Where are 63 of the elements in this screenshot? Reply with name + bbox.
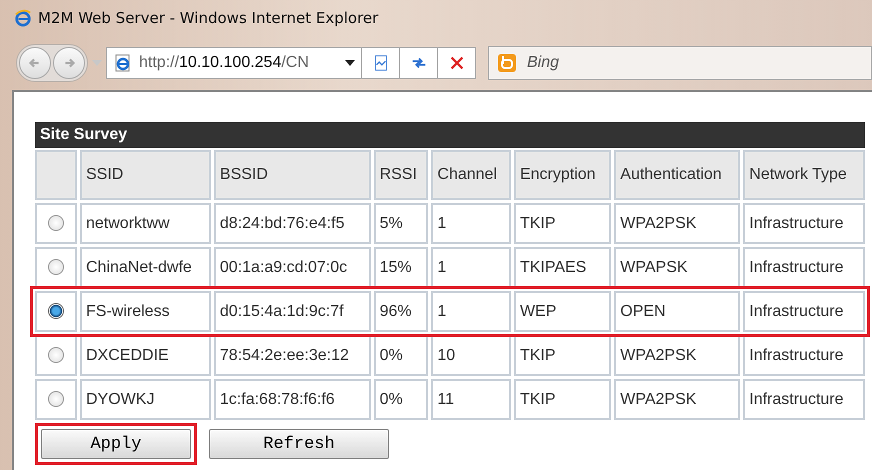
- browser-logo-icon: [14, 9, 32, 27]
- stop-button[interactable]: [438, 47, 476, 79]
- table-cell: Infrastructure: [743, 247, 865, 288]
- table-cell: 00:1a:a9:cd:07:0c: [214, 247, 371, 288]
- column-header: Encryption: [514, 150, 612, 200]
- table-cell: 11: [431, 379, 511, 420]
- table-cell: 10: [431, 335, 511, 376]
- search-input[interactable]: Bing: [525, 53, 729, 73]
- section-header: Site Survey: [35, 122, 865, 148]
- table-cell: 0%: [374, 335, 428, 376]
- table-cell: 15%: [374, 247, 428, 288]
- table-cell: TKIP: [514, 379, 612, 420]
- radio-button[interactable]: [48, 303, 64, 320]
- table-cell: 5%: [374, 203, 428, 244]
- address-field[interactable]: http://10.10.100.254/CN: [106, 47, 362, 79]
- table-cell: WPAPSK: [614, 247, 740, 288]
- table-cell: DYOWKJ: [80, 379, 211, 420]
- table-cell: Infrastructure: [743, 203, 865, 244]
- table-cell: Infrastructure: [743, 291, 865, 332]
- radio-button[interactable]: [48, 259, 64, 276]
- table-cell: 1: [431, 203, 511, 244]
- compatibility-view-button[interactable]: [362, 47, 400, 79]
- table-cell: TKIP: [514, 335, 612, 376]
- column-header: Network Type: [743, 150, 865, 200]
- table-cell: Infrastructure: [743, 335, 865, 376]
- table-cell: d0:15:4a:1d:9c:7f: [214, 291, 371, 332]
- column-header: RSSI: [374, 150, 428, 200]
- forward-button[interactable]: [53, 47, 85, 79]
- dropdown-arrow-icon[interactable]: [345, 60, 355, 66]
- column-header: Authentication: [614, 150, 740, 200]
- table-cell: OPEN: [614, 291, 740, 332]
- table-cell: Infrastructure: [743, 379, 865, 420]
- table-cell: WPA2PSK: [614, 379, 740, 420]
- table-cell: 1c:fa:68:78:f6:f6: [214, 379, 371, 420]
- table-cell: DXCEDDIE: [80, 335, 211, 376]
- table-cell: 96%: [374, 291, 428, 332]
- action-button[interactable]: Refresh: [209, 429, 389, 459]
- table-cell: 78:54:2e:ee:3e:12: [214, 335, 371, 376]
- table-cell: ChinaNet-dwfe: [80, 247, 211, 288]
- action-button[interactable]: Apply: [41, 429, 191, 459]
- refresh-button[interactable]: [400, 47, 438, 79]
- table-cell: 0%: [374, 379, 428, 420]
- table-cell: FS-wireless: [80, 291, 211, 332]
- search-engine-icon: [497, 53, 517, 73]
- column-header: Channel: [431, 150, 511, 200]
- table-cell: networktww: [80, 203, 211, 244]
- table-cell: TKIP: [514, 203, 612, 244]
- table-cell: 1: [431, 291, 511, 332]
- back-button[interactable]: [19, 47, 51, 79]
- table-cell: WPA2PSK: [614, 335, 740, 376]
- table-cell: 1: [431, 247, 511, 288]
- url-text: http://10.10.100.254/CN: [139, 54, 310, 72]
- window-title: M2M Web Server - Windows Internet Explorer: [38, 9, 378, 27]
- table-cell: TKIPAES: [514, 247, 612, 288]
- column-header: SSID: [80, 150, 211, 200]
- search-box[interactable]: Bing: [488, 46, 872, 80]
- table-cell: d8:24:bd:76:e4:f5: [214, 203, 371, 244]
- radio-button[interactable]: [48, 391, 64, 408]
- radio-button[interactable]: [48, 215, 64, 232]
- table-cell: WEP: [514, 291, 612, 332]
- table-cell: WPA2PSK: [614, 203, 740, 244]
- radio-button[interactable]: [48, 347, 64, 364]
- column-header: BSSID: [214, 150, 371, 200]
